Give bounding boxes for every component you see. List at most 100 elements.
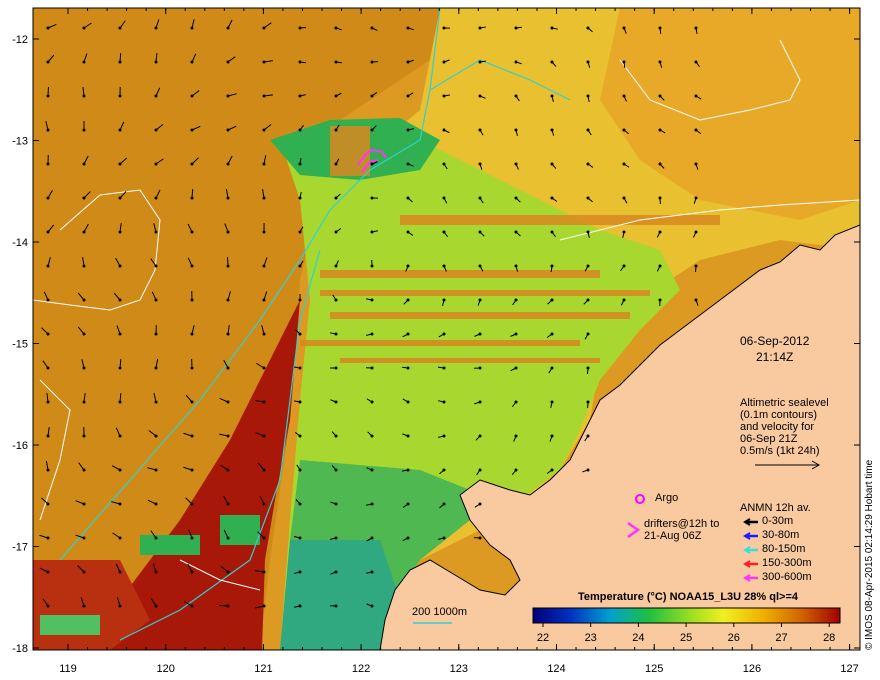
velocity-arrow-base bbox=[406, 298, 410, 302]
velocity-arrow-base bbox=[154, 230, 158, 234]
velocity-arrow-base bbox=[694, 230, 698, 234]
velocity-arrow-base bbox=[118, 434, 122, 438]
velocity-arrow-base bbox=[226, 400, 230, 404]
velocity-arrow-base bbox=[550, 60, 554, 64]
velocity-arrow-base bbox=[586, 264, 590, 268]
velocity-arrow-base bbox=[334, 434, 338, 438]
velocity-arrow-base bbox=[118, 332, 122, 336]
velocity-arrow-base bbox=[622, 298, 626, 302]
lat-tick-label: -14 bbox=[12, 237, 28, 249]
velocity-arrow-base bbox=[334, 162, 338, 166]
velocity-arrow-base bbox=[154, 60, 158, 64]
velocity-arrow-base bbox=[622, 196, 626, 200]
velocity-arrow-base bbox=[694, 128, 698, 132]
velocity-arrow-base bbox=[262, 468, 266, 472]
velocity-arrow-base bbox=[406, 196, 410, 200]
velocity-arrow-base bbox=[190, 230, 194, 234]
velocity-arrow-base bbox=[622, 26, 626, 30]
velocity-arrow-base bbox=[442, 26, 446, 30]
velocity-arrow-base bbox=[118, 298, 122, 302]
velocity-arrow-base bbox=[694, 196, 698, 200]
lon-tick-label: 126 bbox=[743, 663, 761, 675]
velocity-arrow-base bbox=[154, 332, 158, 336]
velocity-arrow-base bbox=[226, 434, 230, 438]
velocity-arrow-base bbox=[118, 94, 122, 98]
velocity-arrow-base bbox=[262, 60, 266, 64]
lon-tick-label: 123 bbox=[450, 663, 468, 675]
velocity-arrow-base bbox=[298, 230, 302, 234]
velocity-arrow-base bbox=[586, 60, 590, 64]
velocity-arrow-base bbox=[298, 162, 302, 166]
velocity-arrow-base bbox=[334, 468, 338, 472]
velocity-arrow-base bbox=[262, 400, 266, 404]
colorbar-tick-label: 28 bbox=[823, 632, 835, 644]
velocity-arrow-base bbox=[154, 434, 158, 438]
velocity-arrow-base bbox=[82, 26, 86, 30]
velocity-arrow-base bbox=[370, 264, 374, 268]
velocity-arrow-base bbox=[550, 162, 554, 166]
velocity-arrow-base bbox=[370, 400, 374, 404]
velocity-arrow-base bbox=[190, 264, 194, 268]
velocity-arrow-base bbox=[118, 400, 122, 404]
velocity-arrow-base bbox=[226, 332, 230, 336]
velocity-arrow-base bbox=[334, 332, 338, 336]
velocity-arrow-base bbox=[478, 434, 482, 438]
velocity-arrow-base bbox=[586, 94, 590, 98]
velocity-arrow-base bbox=[370, 570, 374, 574]
velocity-arrow-base bbox=[370, 604, 374, 608]
colorbar-tick-label: 24 bbox=[632, 632, 644, 644]
anmn-title: ANMN 12h av. bbox=[740, 502, 811, 514]
lon-tick-label: 122 bbox=[352, 663, 370, 675]
velocity-arrow-base bbox=[154, 468, 158, 472]
lat-tick-label: -17 bbox=[12, 542, 28, 554]
velocity-arrow-base bbox=[46, 536, 50, 540]
velocity-arrow-base bbox=[478, 196, 482, 200]
velocity-arrow-base bbox=[190, 26, 194, 30]
velocity-arrow-base bbox=[82, 60, 86, 64]
velocity-arrow-base bbox=[442, 162, 446, 166]
velocity-arrow-base bbox=[442, 94, 446, 98]
velocity-arrow-base bbox=[334, 400, 338, 404]
velocity-arrow-base bbox=[190, 502, 194, 506]
lat-tick-label: -16 bbox=[12, 440, 28, 452]
velocity-arrow-base bbox=[154, 264, 158, 268]
velocity-arrow-base bbox=[514, 128, 518, 132]
velocity-arrow-base bbox=[118, 128, 122, 132]
velocity-arrow-base bbox=[118, 468, 122, 472]
velocity-arrow-base bbox=[154, 536, 158, 540]
lon-tick-label: 120 bbox=[157, 663, 175, 675]
velocity-arrow-base bbox=[262, 230, 266, 234]
velocity-arrow-base bbox=[262, 128, 266, 132]
velocity-arrow-base bbox=[226, 468, 230, 472]
altimetry-note-line: 0.5m/s (1kt 24h) bbox=[740, 445, 820, 457]
velocity-arrow-base bbox=[154, 128, 158, 132]
velocity-arrow-base bbox=[334, 264, 338, 268]
velocity-arrow-base bbox=[478, 264, 482, 268]
velocity-arrow-base bbox=[226, 536, 230, 540]
velocity-arrow-base bbox=[262, 264, 266, 268]
velocity-arrow-base bbox=[298, 468, 302, 472]
velocity-arrow-base bbox=[694, 162, 698, 166]
velocity-arrow-base bbox=[82, 502, 86, 506]
velocity-arrow-base bbox=[154, 162, 158, 166]
velocity-arrow-base bbox=[586, 128, 590, 132]
velocity-arrow-base bbox=[298, 264, 302, 268]
altimetry-note-line: (0.1m contours) bbox=[740, 409, 818, 421]
velocity-arrow-base bbox=[694, 264, 698, 268]
velocity-arrow-base bbox=[442, 264, 446, 268]
lon-tick-label: 121 bbox=[254, 663, 272, 675]
velocity-arrow-base bbox=[514, 26, 518, 30]
velocity-arrow-base bbox=[370, 468, 374, 472]
velocity-arrow-base bbox=[154, 502, 158, 506]
velocity-arrow-base bbox=[514, 196, 518, 200]
velocity-arrow-base bbox=[586, 298, 590, 302]
velocity-arrow-base bbox=[370, 536, 374, 540]
velocity-arrow-base bbox=[334, 230, 338, 234]
colorbar bbox=[532, 607, 841, 624]
velocity-arrow-base bbox=[622, 94, 626, 98]
velocity-arrow-base bbox=[370, 128, 374, 132]
velocity-arrow-base bbox=[190, 60, 194, 64]
velocity-arrow-base bbox=[586, 468, 590, 472]
colorbar-tick-label: 25 bbox=[680, 632, 692, 644]
velocity-arrow-base bbox=[82, 400, 86, 404]
